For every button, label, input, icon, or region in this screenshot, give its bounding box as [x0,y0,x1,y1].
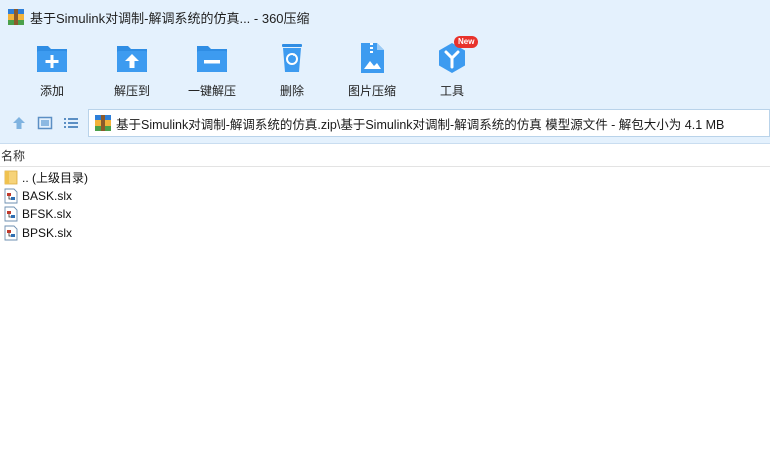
toolbar: 添加 解压到 一键解压 删除 图片压缩 New 工具 [0,34,770,102]
file-list: .. (上级目录) BASK.slx BFSK.slx BPSK.slx [0,168,770,242]
file-name: .. (上级目录) [22,170,88,185]
extract-to-icon [114,40,150,76]
file-name: BPSK.slx [22,225,73,240]
thumbnail-view-icon[interactable] [36,114,54,132]
tools-icon: New [434,36,479,76]
list-item-parent-dir[interactable]: .. (上级目录) [0,168,770,187]
delete-button[interactable]: 删除 [252,38,332,100]
add-button[interactable]: 添加 [12,38,92,100]
extract-to-button-label: 解压到 [113,84,150,98]
slx-file-icon [4,188,18,204]
image-compress-button-label: 图片压缩 [347,84,396,98]
address-path-text: 基于Simulink对调制-解调系统的仿真.zip\基于Simulink对调制-… [116,117,725,132]
tools-button-label: 工具 [439,84,464,98]
parent-folder-icon [4,169,18,185]
add-folder-icon [34,40,70,76]
file-name: BFSK.slx [22,207,72,222]
trash-icon [274,40,310,76]
add-button-label: 添加 [39,84,64,98]
tools-button[interactable]: New 工具 [412,36,492,100]
one-click-extract-button[interactable]: 一键解压 [172,38,252,100]
column-header: 名称 [0,145,770,167]
slx-file-icon [4,206,18,222]
extract-to-button[interactable]: 解压到 [92,38,172,100]
list-item[interactable]: BPSK.slx [0,224,770,243]
archive-icon [95,115,111,131]
list-item[interactable]: BFSK.slx [0,205,770,224]
delete-button-label: 删除 [279,84,304,98]
list-item[interactable]: BASK.slx [0,187,770,206]
title-bar: 基于Simulink对调制-解调系统的仿真... - 360压缩 [0,0,770,34]
image-compress-button[interactable]: 图片压缩 [332,38,412,100]
image-compress-icon [354,40,390,76]
slx-file-icon [4,225,18,241]
list-view-icon[interactable] [62,114,80,132]
address-path-field[interactable]: 基于Simulink对调制-解调系统的仿真.zip\基于Simulink对调制-… [88,109,770,137]
file-name: BASK.slx [22,188,73,203]
name-column-header[interactable]: 名称 [0,147,25,164]
address-bar: 基于Simulink对调制-解调系统的仿真.zip\基于Simulink对调制-… [0,102,770,144]
new-badge: New [454,36,479,48]
archive-app-icon [8,9,24,25]
up-arrow-icon[interactable] [10,114,28,132]
one-click-extract-button-label: 一键解压 [187,84,236,98]
one-click-extract-icon [194,40,230,76]
window-title: 基于Simulink对调制-解调系统的仿真... - 360压缩 [30,10,310,26]
